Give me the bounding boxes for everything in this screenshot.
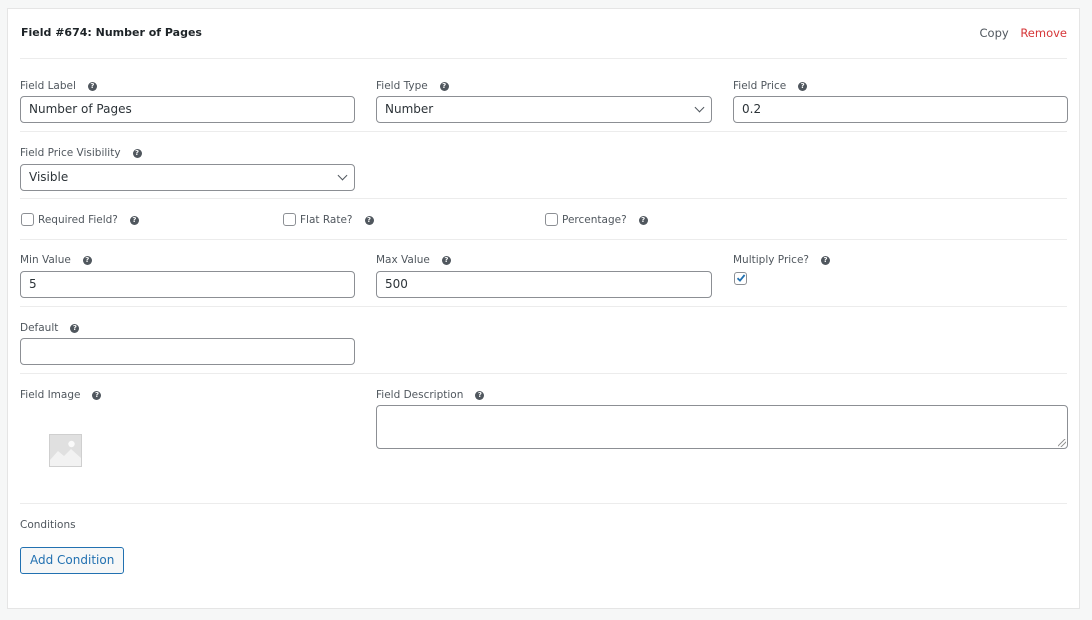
divider: [20, 373, 1067, 374]
conditions-heading: Conditions: [20, 519, 76, 531]
required-checkbox[interactable]: [21, 213, 34, 226]
resize-handle[interactable]: [1057, 438, 1066, 447]
help-icon[interactable]: ?: [441, 256, 451, 265]
label-text: Percentage?: [562, 214, 627, 226]
label-text: Max Value: [376, 254, 430, 266]
chevron-down-icon: [694, 102, 705, 113]
checkmark-icon: [736, 274, 746, 282]
field-price-label: Field Price?: [733, 80, 808, 92]
min-value-input[interactable]: 5: [20, 271, 355, 298]
label-text: Field Description: [376, 389, 464, 401]
label-text: Default: [20, 322, 59, 334]
help-icon[interactable]: ?: [439, 82, 449, 91]
image-placeholder-icon[interactable]: [49, 434, 82, 470]
add-condition-button[interactable]: Add Condition: [20, 547, 125, 574]
flat-rate-label: Flat Rate??: [300, 214, 374, 226]
copy-link[interactable]: Copy: [980, 26, 1009, 40]
help-icon[interactable]: ?: [821, 256, 830, 265]
label-text: Multiply Price?: [733, 254, 809, 266]
max-value-input[interactable]: 500: [376, 271, 712, 298]
percentage-label: Percentage??: [562, 214, 648, 226]
max-value-label: Max Value?: [376, 254, 451, 266]
field-label-label: Field Label?: [20, 80, 97, 92]
divider: [20, 239, 1067, 240]
select-value: Number: [385, 102, 434, 116]
label-text: Field Type: [376, 80, 428, 92]
select-value: Visible: [29, 170, 69, 184]
field-label-input[interactable]: Number of Pages: [20, 96, 355, 123]
label-text: Min Value: [20, 254, 71, 266]
remove-link[interactable]: Remove: [1020, 26, 1067, 40]
percentage-checkbox[interactable]: [545, 213, 558, 226]
field-actions: Copy Remove: [972, 26, 1068, 40]
flat-rate-checkbox[interactable]: [283, 213, 296, 226]
chevron-down-icon: [337, 170, 348, 181]
help-icon[interactable]: ?: [70, 324, 80, 333]
divider: [20, 58, 1067, 59]
field-panel: Field #674: Number of Pages Copy Remove …: [7, 8, 1080, 609]
label-text: Field Image: [20, 389, 81, 401]
help-icon[interactable]: ?: [475, 391, 485, 400]
label-text: Field Price: [733, 80, 787, 92]
label-text: Required Field?: [38, 214, 118, 226]
default-label: Default?: [20, 322, 80, 334]
multiply-price-label: Multiply Price??: [733, 254, 830, 266]
help-icon[interactable]: ?: [82, 256, 92, 265]
field-description-textarea[interactable]: [376, 405, 1068, 449]
label-text: Field Price Visibility: [20, 147, 121, 159]
field-price-input[interactable]: 0.2: [733, 96, 1068, 123]
min-value-label: Min Value?: [20, 254, 92, 266]
divider: [20, 198, 1067, 199]
help-icon[interactable]: ?: [132, 149, 142, 158]
price-visibility-select[interactable]: Visible: [20, 164, 355, 191]
divider: [20, 503, 1067, 504]
divider: [20, 306, 1067, 307]
help-icon[interactable]: ?: [92, 391, 102, 400]
field-type-label: Field Type?: [376, 80, 449, 92]
divider: [20, 131, 1067, 132]
resize-grip-icon: [1058, 439, 1066, 447]
field-title: Field #674: Number of Pages: [21, 26, 202, 39]
field-description-label: Field Description?: [376, 389, 485, 401]
field-type-select[interactable]: Number: [376, 96, 712, 123]
label-text: Flat Rate?: [300, 214, 353, 226]
help-icon[interactable]: ?: [364, 216, 374, 225]
help-icon[interactable]: ?: [87, 82, 97, 91]
help-icon[interactable]: ?: [129, 216, 139, 225]
label-text: Field Label: [20, 80, 76, 92]
field-image-label: Field Image?: [20, 389, 102, 401]
help-icon[interactable]: ?: [798, 82, 808, 91]
required-label: Required Field??: [38, 214, 139, 226]
price-visibility-label: Field Price Visibility?: [20, 147, 142, 159]
multiply-price-checkbox[interactable]: [734, 272, 747, 285]
default-input[interactable]: [20, 338, 355, 365]
help-icon[interactable]: ?: [638, 216, 648, 225]
